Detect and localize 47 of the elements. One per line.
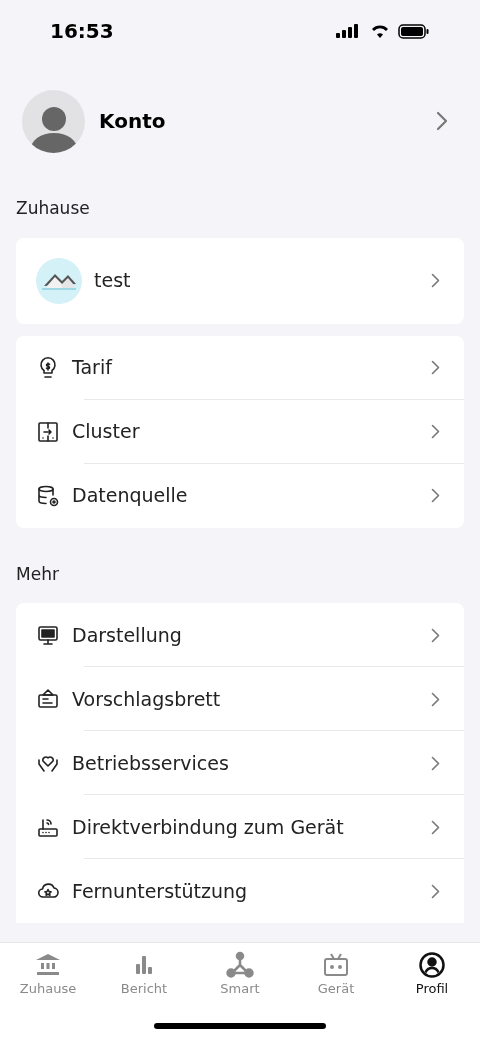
menu-item-label: Fernunterstützung <box>72 878 249 904</box>
database-icon <box>36 483 60 508</box>
menu-item-label: Darstellung <box>72 622 183 648</box>
chevron-right-icon <box>436 111 448 131</box>
chevron-right-icon <box>431 755 440 771</box>
menu-item[interactable]: Datenquelle <box>16 463 464 528</box>
chevron-right-icon <box>431 627 440 643</box>
tab[interactable]: Profil <box>384 951 480 1003</box>
section-title: Mehr <box>16 562 60 586</box>
menu-item-label: Vorschlagsbrett <box>72 686 222 712</box>
chevron-right-icon <box>431 488 440 503</box>
chevron-right-icon <box>431 691 440 707</box>
menu-item-label: Datenquelle <box>72 483 189 509</box>
home-name: test <box>94 268 132 294</box>
account-row[interactable]: Konto <box>16 88 464 154</box>
tab[interactable]: Smart <box>192 951 288 1003</box>
chevron-right-icon <box>431 360 440 375</box>
menu-item-label: Betriebsservices <box>72 750 230 776</box>
status-time: 16:53 <box>50 18 114 45</box>
battery-icon <box>398 23 430 39</box>
section-title: Zuhause <box>16 197 91 220</box>
menu-item-label: Tarif <box>72 355 114 381</box>
chevron-right-icon <box>431 273 440 288</box>
tv-icon <box>322 951 350 979</box>
tab[interactable]: Zuhause <box>0 951 96 1003</box>
cluster-icon <box>36 419 60 444</box>
network-icon <box>226 951 254 979</box>
menu-item[interactable]: Vorschlagsbrett <box>16 667 464 731</box>
menu-item-label: Cluster <box>72 419 141 445</box>
wifi-icon <box>370 24 390 38</box>
monitor-icon <box>36 623 60 647</box>
user-circle-icon <box>418 951 446 979</box>
signboard-icon <box>36 687 60 711</box>
menu-item-label: Direktverbindung zum Gerät <box>72 814 345 840</box>
menu-item[interactable]: Cluster <box>16 399 464 464</box>
menu-item[interactable]: Fernunterstützung <box>16 859 464 923</box>
tab[interactable]: Bericht <box>96 951 192 1003</box>
tab[interactable]: Gerät <box>288 951 384 1003</box>
account-label: Konto <box>99 108 167 135</box>
chevron-right-icon <box>431 883 440 899</box>
chevron-right-icon <box>431 424 440 439</box>
menu-item[interactable]: Betriebsservices <box>16 731 464 795</box>
menu-item[interactable]: Tarif <box>16 335 464 400</box>
home-card[interactable]: test <box>16 237 464 324</box>
chevron-right-icon <box>431 819 440 835</box>
menu-item[interactable]: Darstellung <box>16 603 464 667</box>
menu-item[interactable]: Direktverbindung zum Gerät <box>16 795 464 859</box>
